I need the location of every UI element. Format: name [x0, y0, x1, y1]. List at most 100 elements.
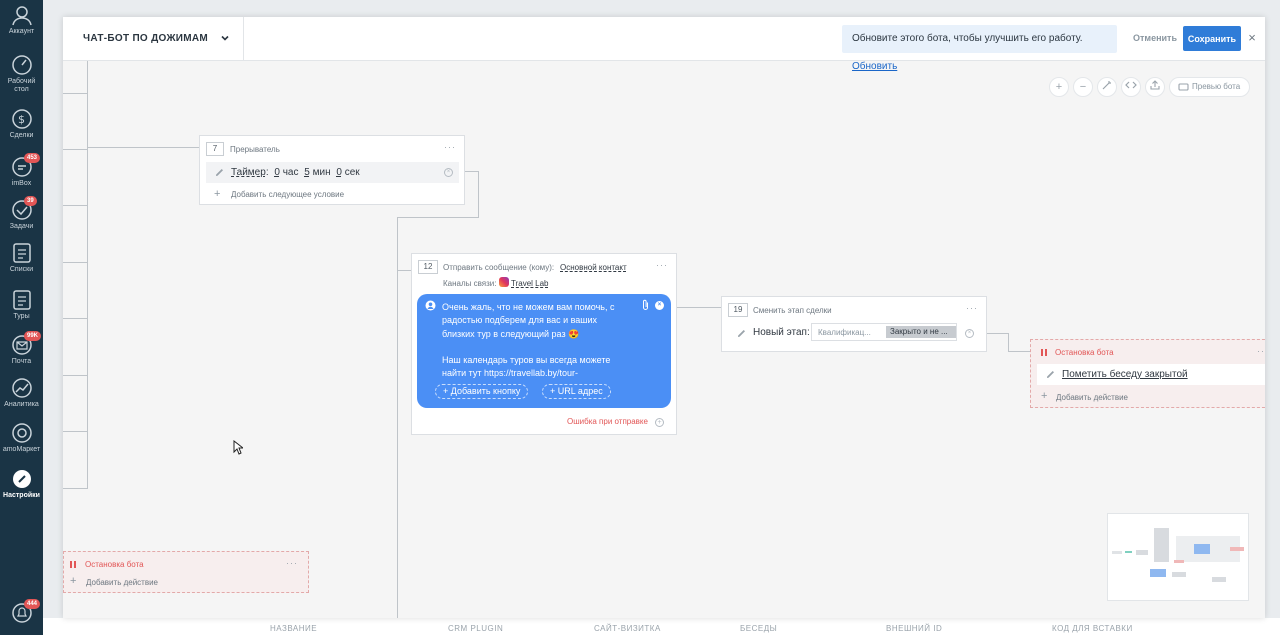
sidebar-label: Рабочий стол [7, 78, 36, 93]
bot-avatar-icon [425, 300, 436, 311]
more-options-icon[interactable]: ··· [1257, 346, 1265, 356]
url-button[interactable]: + URL адрес [542, 384, 611, 399]
block-title: Остановка бота [85, 560, 144, 569]
remove-icon[interactable]: × [444, 168, 453, 177]
market-icon [11, 423, 32, 443]
sidebar-label: Почта [11, 358, 32, 365]
sidebar-item-tasks[interactable]: 39 Задачи [0, 196, 43, 231]
change-stage-block[interactable]: 19 Сменить этап сделки ··· Новый этап: К… [721, 296, 987, 352]
sidebar-item-mail[interactable]: 99K Почта [0, 331, 43, 366]
badge-count: 99K [24, 331, 42, 341]
sidebar-label: Списки [9, 266, 34, 273]
zoom-in-button[interactable]: + [1049, 77, 1069, 97]
more-options-icon[interactable]: ··· [656, 260, 668, 270]
message-text[interactable]: Очень жаль, что не можем вам помочь, с р… [442, 301, 632, 381]
minimap-node [1194, 544, 1210, 554]
block-title: Отправить сообщение (кому): [443, 263, 555, 272]
sidebar-item-tours[interactable]: Туры [0, 289, 43, 321]
more-options-icon[interactable]: ··· [286, 558, 298, 568]
pencil-icon[interactable] [737, 329, 746, 338]
sidebar-item-deals[interactable]: $ Сделки [0, 108, 43, 140]
pencil-icon[interactable] [215, 168, 224, 177]
sidebar-item-analytics[interactable]: Аналитика [0, 377, 43, 409]
sidebar-label: Аккаунт [8, 28, 35, 35]
upload-icon [1150, 80, 1160, 90]
sidebar-label: Настройки [3, 492, 40, 499]
interrupter-block[interactable]: 7 Прерыватель ··· Таймер: 0 час 5 мин 0 … [199, 135, 465, 205]
add-button-button[interactable]: + Добавить кнопку [435, 384, 529, 399]
flow-line [1008, 333, 1009, 351]
stop-bot-block[interactable]: Остановка бота ··· + Добавить действие [63, 551, 309, 593]
timer-row: Таймер: 0 час 5 мин 0 сек × [206, 162, 459, 183]
remove-icon[interactable]: × [655, 301, 664, 310]
minimap-node [1172, 572, 1186, 577]
column-header: КОД ДЛЯ ВСТАВКИ [1052, 624, 1133, 633]
timer-minutes: 5 [304, 167, 310, 178]
sidebar-item-settings[interactable]: Настройки [0, 468, 43, 500]
flow-line [671, 307, 721, 308]
stop-bot-block[interactable]: Остановка бота ··· Пометить беседу закры… [1030, 339, 1265, 408]
more-options-icon[interactable]: ··· [966, 303, 978, 313]
add-condition-link[interactable]: Добавить следующее условие [231, 190, 344, 199]
update-link[interactable]: Обновить [852, 61, 897, 72]
minimap-node [1154, 528, 1169, 562]
remove-icon[interactable]: × [965, 329, 974, 338]
minimap-node [1174, 560, 1184, 563]
minimap[interactable] [1107, 513, 1249, 601]
magic-wand-icon [1102, 81, 1111, 90]
settings-icon [12, 470, 31, 488]
bot-preview-button[interactable]: Превью бота [1169, 77, 1250, 97]
preview-icon [1178, 83, 1189, 91]
timer-hours-unit: час [282, 167, 299, 178]
action-row: Пометить беседу закрытой [1037, 364, 1265, 385]
send-error-label[interactable]: Ошибка при отправке [567, 417, 648, 426]
sidebar-label: imBox [11, 180, 32, 187]
sidebar-item-imbox[interactable]: 453 imBox [0, 153, 43, 188]
timer-settings[interactable]: Таймер: 0 час 5 мин 0 сек [231, 167, 360, 178]
bot-title: ЧАТ-БОТ ПО ДОЖИМАМ [83, 33, 209, 44]
recipient-select[interactable]: Основной контакт [560, 263, 627, 272]
zoom-out-button[interactable]: − [1073, 77, 1093, 97]
sidebar-label: amoМаркет [2, 446, 41, 453]
update-notice-text: Обновите этого бота, чтобы улучшить его … [852, 33, 1083, 44]
sidebar-item-market[interactable]: amoМаркет [0, 422, 43, 454]
sidebar-item-lists[interactable]: Списки [0, 242, 43, 274]
flow-line [63, 205, 87, 206]
dashboard-icon [11, 55, 32, 75]
timer-seconds: 0 [336, 167, 342, 178]
sidebar-item-account[interactable]: Аккаунт [0, 4, 43, 36]
flow-line [397, 217, 398, 618]
stage-value: Закрыто и не ... [886, 326, 956, 338]
flow-line [87, 147, 199, 148]
code-view-button[interactable] [1121, 77, 1141, 97]
add-action-link[interactable]: Добавить действие [1056, 393, 1128, 402]
add-circle-icon[interactable]: + [655, 418, 664, 427]
badge-count: 444 [24, 599, 41, 609]
cancel-button[interactable]: Отменить [1133, 33, 1177, 43]
flow-line [87, 61, 88, 489]
pencil-icon[interactable] [1046, 370, 1055, 379]
flow-line [397, 217, 479, 218]
message-bubble[interactable]: Очень жаль, что не можем вам помочь, с р… [417, 294, 671, 408]
attachment-icon[interactable] [641, 299, 650, 311]
plus-icon: + [214, 188, 221, 200]
fit-screen-button[interactable] [1097, 77, 1117, 97]
code-icon [1125, 81, 1137, 89]
sidebar-item-notifications[interactable]: 444 [0, 599, 43, 626]
bot-title-selector[interactable]: ЧАТ-БОТ ПО ДОЖИМАМ [63, 17, 244, 61]
more-options-icon[interactable]: ··· [444, 142, 456, 152]
flow-line [63, 318, 87, 319]
add-action-link[interactable]: Добавить действие [86, 578, 158, 587]
close-icon[interactable]: × [1246, 30, 1258, 46]
block-title: Прерыватель [230, 145, 280, 154]
stage-select[interactable]: Квалификац... Закрыто и не ... [811, 323, 957, 341]
sidebar-item-dashboard[interactable]: Рабочий стол [0, 54, 43, 94]
save-button[interactable]: Сохранить [1183, 26, 1241, 51]
sidebar-label: Аналитика [4, 401, 39, 408]
channel-select[interactable]: Travel Lab [511, 279, 549, 288]
export-button[interactable] [1145, 77, 1165, 97]
left-sidebar: Аккаунт Рабочий стол $ Сделки 453 imBox … [0, 0, 43, 635]
mark-closed-action[interactable]: Пометить беседу закрытой [1062, 369, 1188, 380]
timer-hours: 0 [274, 167, 280, 178]
block-number: 7 [206, 142, 224, 156]
